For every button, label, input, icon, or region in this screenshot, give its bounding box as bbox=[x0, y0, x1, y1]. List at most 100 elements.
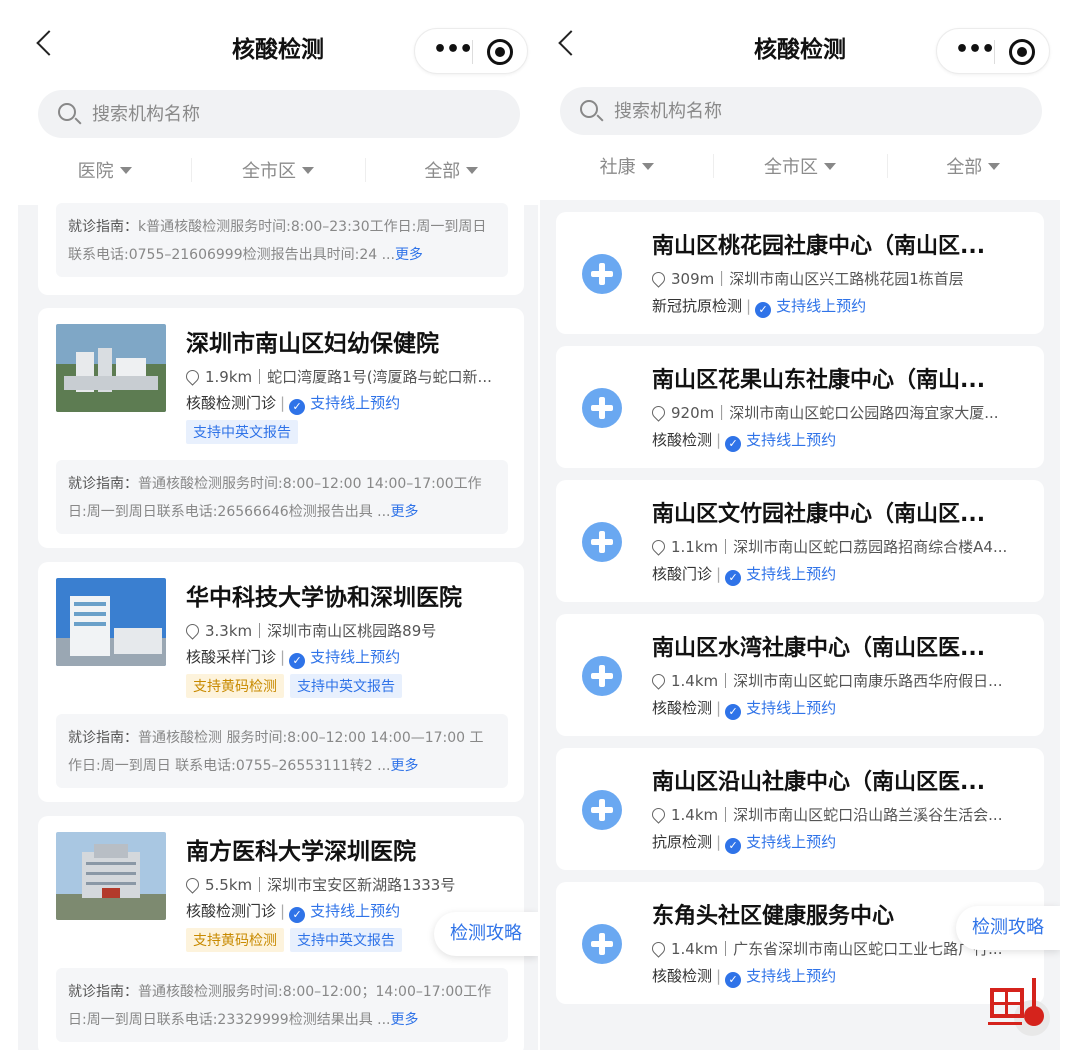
center-card[interactable]: 南山区桃花园社康中心（南山区... 309m｜深圳市南山区兴工路桃花园1栋首层 … bbox=[556, 212, 1044, 334]
separator: | bbox=[716, 699, 722, 717]
service-line: 核酸检测 | ✓ 支持线上预约 bbox=[652, 965, 836, 988]
address-text: 309m｜深圳市南山区兴工路桃花园1栋首层 bbox=[671, 270, 964, 288]
verified-check-icon: ✓ bbox=[289, 399, 306, 415]
search-input[interactable] bbox=[614, 87, 994, 135]
caret-down-icon bbox=[466, 166, 479, 174]
address-text: 920m｜深圳市南山区蛇口公园路四海宜家大厦... bbox=[671, 404, 999, 422]
separator: | bbox=[716, 431, 722, 449]
filter-type-label: 社康 bbox=[599, 157, 636, 178]
search-input[interactable] bbox=[92, 90, 472, 138]
medical-cross-icon bbox=[582, 388, 622, 428]
filter-district-dropdown[interactable]: 全市区 bbox=[191, 150, 364, 190]
hospital-card-partial[interactable]: 就诊指南：k普通核酸检测服务时间:8:00–23:30工作日:周一到周日联系电话… bbox=[38, 195, 524, 295]
online-booking-label: 支持线上预约 bbox=[746, 833, 837, 851]
separator: | bbox=[746, 297, 752, 315]
tag-yellow-code: 支持黄码检测 bbox=[186, 674, 284, 698]
online-booking-label: 支持线上预约 bbox=[310, 394, 401, 412]
more-link[interactable]: 更多 bbox=[391, 504, 419, 520]
more-link[interactable]: 更多 bbox=[390, 758, 418, 774]
medical-cross-icon bbox=[582, 522, 622, 562]
medical-cross-icon bbox=[582, 254, 622, 294]
location-pin-icon bbox=[186, 875, 202, 894]
verified-check-icon: ✓ bbox=[725, 704, 742, 720]
hospital-card[interactable]: 深圳市南山区妇幼保健院 1.9km｜蛇口湾厦路1号(湾厦路与蛇口新... 核酸检… bbox=[38, 308, 524, 548]
service-line: 核酸检测门诊 | ✓ 支持线上预约 bbox=[186, 392, 400, 415]
center-name: 南山区沿山社康中心（南山区医... bbox=[652, 770, 986, 795]
hospital-address: 1.9km｜蛇口湾厦路1号(湾厦路与蛇口新... bbox=[186, 366, 510, 387]
caret-down-icon bbox=[988, 162, 1001, 170]
center-card[interactable]: 南山区花果山东社康中心（南山... 920m｜深圳市南山区蛇口公园路四海宜家大厦… bbox=[556, 346, 1044, 468]
filter-type-dropdown[interactable]: 医院 bbox=[18, 150, 191, 190]
service-type: 新冠抗原检测 bbox=[652, 297, 743, 315]
online-booking-label: 支持线上预约 bbox=[310, 902, 401, 920]
service-type: 核酸检测门诊 bbox=[186, 902, 277, 920]
address-text: 5.5km｜深圳市宝安区新湖路1333号 bbox=[205, 876, 456, 894]
center-address: 920m｜深圳市南山区蛇口公园路四海宜家大厦... bbox=[652, 402, 1026, 423]
filter-bar: 社康 全市区 全部 bbox=[540, 146, 1060, 186]
guide-label: 就诊指南： bbox=[68, 219, 138, 235]
guide-label: 就诊指南： bbox=[68, 730, 138, 746]
service-line: 核酸门诊 | ✓ 支持线上预约 bbox=[652, 563, 836, 586]
caret-down-icon bbox=[641, 162, 654, 170]
online-booking-label: 支持线上预约 bbox=[746, 967, 837, 985]
guide-box: 就诊指南：普通核酸检测 服务时间:8:00–12:00 14:00—17:00 … bbox=[56, 714, 508, 788]
tag-list: 支持黄码检测 支持中英文报告 bbox=[186, 674, 408, 698]
more-link[interactable]: 更多 bbox=[391, 1012, 419, 1028]
verified-check-icon: ✓ bbox=[289, 653, 306, 669]
service-type: 核酸检测 bbox=[652, 699, 713, 717]
filter-district-label: 全市区 bbox=[241, 161, 296, 182]
address-text: 3.3km｜深圳市南山区桃园路89号 bbox=[205, 622, 437, 640]
center-name: 南山区水湾社康中心（南山区医... bbox=[652, 636, 986, 661]
search-bar bbox=[560, 87, 1042, 135]
close-miniprogram-icon[interactable] bbox=[1009, 39, 1035, 65]
tag-list: 支持黄码检测 支持中英文报告 bbox=[186, 928, 408, 952]
guide-label: 就诊指南： bbox=[68, 984, 138, 1000]
tag-bilingual-report: 支持中英文报告 bbox=[290, 928, 402, 952]
filter-all-dropdown[interactable]: 全部 bbox=[364, 150, 538, 190]
center-name: 南山区花果山东社康中心（南山... bbox=[652, 368, 986, 393]
test-guide-button[interactable]: 检测攻略 bbox=[956, 906, 1060, 950]
tag-yellow-code: 支持黄码检测 bbox=[186, 928, 284, 952]
address-text: 1.9km｜蛇口湾厦路1号(湾厦路与蛇口新... bbox=[205, 368, 492, 386]
hospital-card[interactable]: 华中科技大学协和深圳医院 3.3km｜深圳市南山区桃园路89号 核酸采样门诊 | ✓… bbox=[38, 562, 524, 802]
more-link[interactable]: 更多 bbox=[395, 247, 423, 263]
center-card[interactable]: 南山区沿山社康中心（南山区医... 1.4km｜深圳市南山区蛇口沿山路兰溪谷生活… bbox=[556, 748, 1044, 870]
more-icon[interactable]: ••• bbox=[433, 37, 473, 62]
online-booking-label: 支持线上预约 bbox=[746, 699, 837, 717]
filter-all-dropdown[interactable]: 全部 bbox=[886, 146, 1060, 186]
medical-cross-icon bbox=[582, 656, 622, 696]
filter-all-label: 全部 bbox=[946, 157, 983, 178]
hospital-address: 5.5km｜深圳市宝安区新湖路1333号 bbox=[186, 874, 510, 895]
verified-check-icon: ✓ bbox=[725, 972, 742, 988]
tag-bilingual-report: 支持中英文报告 bbox=[290, 674, 402, 698]
filter-bar: 医院 全市区 全部 bbox=[18, 150, 538, 190]
filter-type-label: 医院 bbox=[77, 161, 114, 182]
service-line: 核酸采样门诊 | ✓ 支持线上预约 bbox=[186, 646, 400, 669]
separator: | bbox=[716, 565, 722, 583]
more-icon[interactable]: ••• bbox=[955, 37, 995, 62]
online-booking-label: 支持线上预约 bbox=[776, 297, 867, 315]
caret-down-icon bbox=[823, 162, 836, 170]
hospital-list-screen: 核酸检测 ••• 医院 全市区 全部 就诊指南：k普通核酸检测服务时间:8:00… bbox=[18, 0, 538, 1050]
separator: | bbox=[280, 394, 286, 412]
tag-bilingual-report: 支持中英文报告 bbox=[186, 420, 298, 444]
guide-box: 就诊指南：普通核酸检测服务时间:8:00–12:00；14:00–17:00工作… bbox=[56, 968, 508, 1042]
center-address: 1.1km｜深圳市南山区蛇口荔园路招商综合楼A4... bbox=[652, 536, 1026, 557]
close-miniprogram-icon[interactable] bbox=[487, 39, 513, 65]
tag-list: 支持中英文报告 bbox=[186, 420, 304, 444]
service-type: 核酸门诊 bbox=[652, 565, 713, 583]
center-card[interactable]: 南山区水湾社康中心（南山区医... 1.4km｜深圳市南山区蛇口南康乐路西华府假… bbox=[556, 614, 1044, 736]
filter-district-dropdown[interactable]: 全市区 bbox=[713, 146, 886, 186]
community-health-list-screen: 核酸检测 ••• 社康 全市区 全部 南山区桃花园社康中心（南山区... 309… bbox=[540, 0, 1060, 1050]
publisher-watermark-logo bbox=[988, 978, 1050, 1036]
service-line: 核酸检测门诊 | ✓ 支持线上预约 bbox=[186, 900, 400, 923]
guide-label: 就诊指南： bbox=[68, 476, 138, 492]
center-card[interactable]: 南山区文竹园社康中心（南山区... 1.1km｜深圳市南山区蛇口荔园路招商综合楼… bbox=[556, 480, 1044, 602]
hospital-photo bbox=[56, 324, 166, 412]
verified-check-icon: ✓ bbox=[725, 436, 742, 452]
filter-type-dropdown[interactable]: 社康 bbox=[540, 146, 713, 186]
test-guide-button[interactable]: 检测攻略 bbox=[434, 912, 538, 956]
top-bar: 核酸检测 ••• 社康 全市区 全部 bbox=[540, 0, 1060, 200]
address-text: 1.1km｜深圳市南山区蛇口荔园路招商综合楼A4... bbox=[671, 538, 1008, 556]
mini-program-capsule: ••• bbox=[414, 28, 528, 74]
